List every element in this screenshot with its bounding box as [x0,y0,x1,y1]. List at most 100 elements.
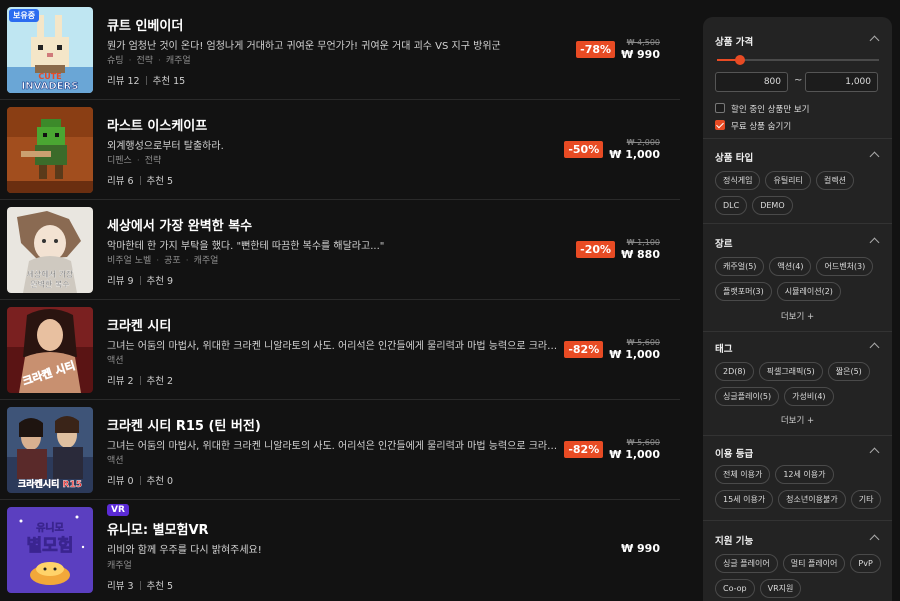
genre-chip[interactable]: 시뮬레이션(2) [776,282,841,301]
rating-chips: 전체 이용가 12세 이용가 15세 이용가 청소년이용불가 기타 [715,465,883,509]
features-chips: 싱글 플레이어 멀티 플레이어 PvP Co-op VR지원 [715,554,883,598]
hide-free-checkbox[interactable] [715,120,725,130]
price-filter-heading: 상품 가격 [715,37,754,48]
thumb-logo-bottom: INVADERS [22,81,79,92]
game-categories: 캐주얼 [107,558,132,571]
tag-filter-heading: 태그 [715,344,733,355]
game-list: 보유중 CUTE INVADERS 큐트 인베이더 뭔가 엄청난 것이 온다! … [0,0,690,601]
feature-chip[interactable]: 싱글 플레이어 [715,554,778,573]
rating-chip[interactable]: 15세 이용가 [715,490,774,509]
category: 공포 [164,256,181,266]
price-block: -82% ₩ 5,600 ₩ 1,000 [564,338,660,361]
rating-chip[interactable]: 기타 [850,490,882,509]
tag-chip[interactable]: 싱글플레이(5) [715,387,780,406]
type-chip[interactable]: DLC [715,196,748,215]
final-price: ₩ 990 [621,48,660,61]
type-chip[interactable]: 유틸리티 [765,171,811,190]
game-row[interactable]: 유니모 별모험 VR 유니모: 별모험VR 리비와 함께 우주를 다시 밝혀주세… [0,500,680,600]
max-price-input[interactable] [805,72,878,92]
review-count: 리뷰 0 [107,476,134,487]
price-slider[interactable] [717,55,879,65]
game-thumbnail[interactable]: 크라켄시티 R15 [7,407,93,493]
genre-chip[interactable]: 캐주얼(5) [715,257,765,276]
collapse-chevron-icon[interactable] [869,342,880,353]
genre-filter: 장르 캐주얼(5) 액션(4) 어드벤처(3) 플랫포머(3) 시뮬레이션(2)… [703,224,892,332]
thumb-title-line2: 완벽한 복수 [30,279,69,289]
price-block: -50% ₩ 2,000 ₩ 1,000 [564,138,660,161]
genre-more-button[interactable]: 더보기 + [703,310,892,322]
game-thumbnail[interactable]: 유니모 별모험 [7,507,93,593]
game-categories: 디펜스 · 전략 [107,156,162,166]
final-price: ₩ 990 [621,542,660,555]
game-thumbnail[interactable]: 세상에서 가장 완벽한 복수 [7,207,93,293]
game-stats: 리뷰 2 추천 2 [107,373,173,387]
collapse-chevron-icon[interactable] [869,35,880,46]
collapse-chevron-icon[interactable] [869,151,880,162]
category: 전략 [144,156,162,166]
genre-chip[interactable]: 어드벤처(3) [816,257,874,276]
tag-chip[interactable]: 2D(8) [715,362,754,381]
tag-chip[interactable]: 픽셀그래픽(5) [758,362,823,381]
collapse-chevron-icon[interactable] [869,237,880,248]
game-thumbnail[interactable]: 보유중 CUTE INVADERS [7,7,93,93]
discount-badge: -20% [576,241,616,258]
tag-chip[interactable]: 가성비(4) [784,387,834,406]
hide-free-label[interactable]: 무료 상품 숨기기 [731,120,791,132]
price-block: -82% ₩ 5,600 ₩ 1,000 [564,438,660,461]
original-price: ₩ 5,600 [626,338,660,347]
game-description: 리비와 함께 우주를 다시 밝혀주세요! [107,545,262,556]
game-description: 그녀는 어둠의 마법사, 위대한 크라켄 니알라토의 사도. 어리석은 인간들에… [107,441,563,452]
discount-only-checkbox[interactable] [715,103,725,113]
feature-chip[interactable]: 멀티 플레이어 [782,554,846,573]
category: 액션 [107,356,124,366]
game-description: 악마한테 한 가지 부탁을 했다. "뻔한테 따끔한 복수를 해달라고..." [107,241,385,252]
category: 캐주얼 [107,561,132,571]
game-stats: 리뷰 6 추천 5 [107,173,173,187]
game-thumbnail[interactable] [7,107,93,193]
type-chip[interactable]: 정식게임 [715,171,761,190]
game-thumbnail[interactable]: 크라켄 시티 [7,307,93,393]
game-row[interactable]: 라스트 이스케이프 외계행성으로부터 탈출하라. 디펜스 · 전략 리뷰 6 추천 5… [0,100,680,200]
filter-panel: 상품 가격 ~ 할인 중인 상품만 보기 무료 상품 숨기기 상품 타입 정식게… [703,17,892,601]
game-row[interactable]: 세상에서 가장 완벽한 복수 세상에서 가장 완벽한 복수 악마한테 한 가지 … [0,200,680,300]
collapse-chevron-icon[interactable] [869,534,880,545]
feature-chip[interactable]: VR지원 [759,579,802,598]
tag-more-button[interactable]: 더보기 + [703,414,892,426]
game-title[interactable]: 크라켄 시티 R15 (틴 버전) [107,415,261,434]
tag-chip[interactable]: 짧은(5) [827,362,870,381]
final-price: ₩ 880 [621,248,660,261]
genre-chip[interactable]: 플랫포머(3) [715,282,772,301]
game-title[interactable]: 유니모: 별모험VR [107,519,209,538]
game-title[interactable]: 세상에서 가장 완벽한 복수 [107,215,252,234]
type-filter: 상품 타입 정식게임 유틸리티 컬렉션 DLC DEMO [703,139,892,224]
rating-chip[interactable]: 12세 이용가 [775,465,834,484]
game-title[interactable]: 라스트 이스케이프 [107,115,207,134]
review-count: 리뷰 6 [107,176,134,187]
discount-badge: -78% [576,41,616,58]
rating-filter-heading: 이용 등급 [715,449,754,460]
game-row[interactable]: 보유중 CUTE INVADERS 큐트 인베이더 뭔가 엄청난 것이 온다! … [0,0,680,100]
rating-chip[interactable]: 청소년이용불가 [778,490,846,509]
genre-chip[interactable]: 액션(4) [769,257,812,276]
game-title[interactable]: 큐트 인베이더 [107,15,183,34]
feature-chip[interactable]: PvP [850,554,881,573]
game-row[interactable]: 크라켄 시티 크라켄 시티 그녀는 어둠의 마법사, 위대한 크라켄 니알라토의… [0,300,680,400]
genre-filter-heading: 장르 [715,239,733,250]
range-separator: ~ [794,75,803,86]
price-slider-min-handle[interactable] [734,55,745,65]
game-categories: 슈팅 · 전략 · 캐주얼 [107,56,191,66]
type-chip[interactable]: 컬렉션 [815,171,854,190]
review-count: 리뷰 12 [107,76,140,87]
rating-chip[interactable]: 전체 이용가 [715,465,771,484]
discount-only-label[interactable]: 할인 중인 상품만 보기 [731,103,810,115]
feature-chip[interactable]: Co-op [715,579,755,598]
price-block: ₩ 990 [621,542,660,555]
recommend-count: 추천 2 [146,376,174,387]
collapse-chevron-icon[interactable] [869,447,880,458]
type-chip[interactable]: DEMO [752,196,793,215]
game-row[interactable]: 크라켄시티 R15 크라켄 시티 R15 (틴 버전) 그녀는 어둠의 마법사,… [0,400,680,500]
game-stats: 리뷰 3 추천 5 [107,578,173,592]
min-price-input[interactable] [715,72,788,92]
thumb-logo-top: 유니모 [36,521,64,534]
game-title[interactable]: 크라켄 시티 [107,315,171,334]
